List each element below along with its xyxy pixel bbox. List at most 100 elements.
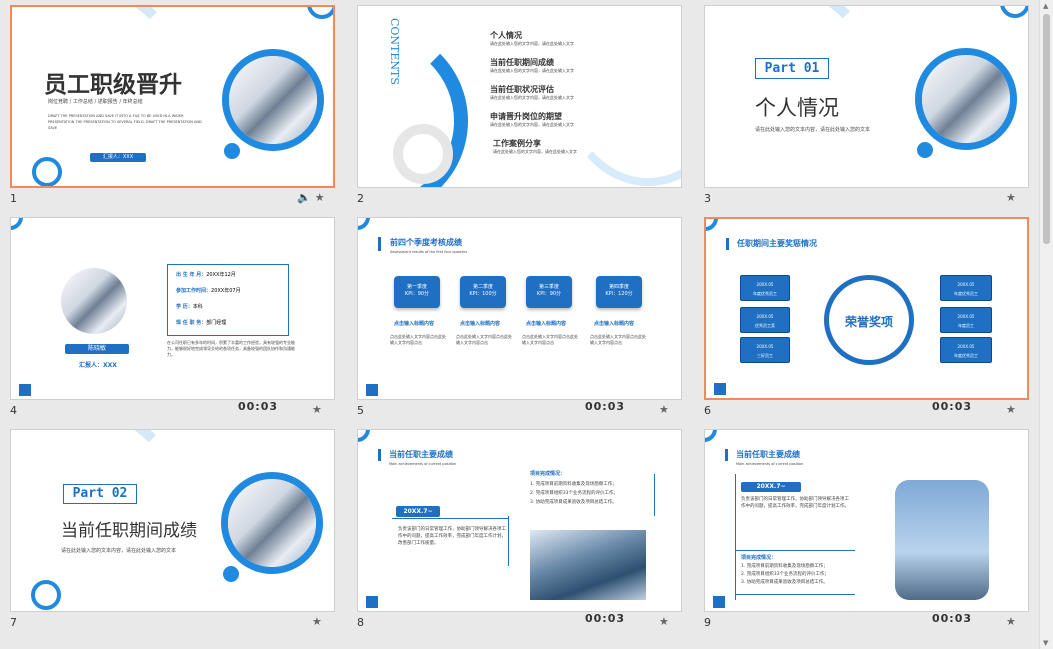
slide-number: 1 [10, 192, 17, 205]
title-bar [726, 238, 729, 250]
bio-text: 在公司任职已有多年的时间，积累了丰富的工作经验，具有较强的专业能力，能够很好地完… [167, 340, 295, 357]
avatar [61, 268, 127, 334]
body-text: 负责该部门的日常管理工作，协助部门领导解决各项工作中的问题，提高工作效率，完成部… [398, 527, 506, 546]
slide-icons: ★ [1002, 615, 1016, 628]
slide-cell-4[interactable]: 陈晓敏 汇报人：XXX 出 生 年 月：20XX年12月 参加工作时间：20XX… [0, 212, 346, 424]
kpi-card: 第二季度 KPI：100分 [460, 276, 506, 308]
info-box: 出 生 年 月：20XX年12月 参加工作时间：20XX年07月 学 历：本科 … [167, 264, 289, 336]
list-title: 项目完成情况： [530, 471, 566, 477]
slide-number: 3 [704, 192, 711, 205]
part-label: Part 01 [755, 58, 829, 79]
decor-ring [1000, 6, 1028, 18]
slide-icons: ★ [655, 403, 669, 416]
slide-cell-6[interactable]: 任职期间主要奖惩情况 荣誉奖项 20XX.05 年度优秀员工 20XX.05 优秀员… [694, 212, 1040, 424]
divider [735, 594, 855, 595]
slide-number: 4 [10, 404, 17, 417]
slide-thumbnail-1[interactable]: 员工职级晋升 岗位竞聘 / 工作总结 / 述职报告 / 年终总结 DRAFT T… [10, 5, 335, 188]
slide-thumbnail-9[interactable]: 当前任职主要成绩 Main achievements of current po… [704, 429, 1029, 612]
divider [508, 516, 509, 566]
star-icon[interactable]: ★ [659, 615, 669, 628]
slide-thumbnail-4[interactable]: 陈晓敏 汇报人：XXX 出 生 年 月：20XX年12月 参加工作时间：20XX… [10, 217, 335, 400]
sky-image [895, 480, 989, 600]
decor-square [366, 596, 378, 608]
name-box: 陈晓敏 [65, 344, 129, 354]
reporter-label: 汇报人：XXX [79, 362, 117, 369]
date-tag: 20XX.7~ [741, 482, 801, 492]
slide-number: 8 [357, 616, 364, 629]
slide-timing: 00:03 [585, 400, 626, 413]
star-icon[interactable]: ★ [312, 615, 322, 628]
slide-cell-8[interactable]: 当前任职主要成绩 Main achievements of current po… [347, 424, 693, 636]
slide-timing: 00:03 [238, 400, 279, 413]
kpi-card: 第四季度 KPI：120分 [596, 276, 642, 308]
decor-dot [223, 566, 239, 582]
slide-thumbnail-8[interactable]: 当前任职主要成绩 Main achievements of current po… [357, 429, 682, 612]
decor-ring [706, 219, 718, 231]
slide-cell-3[interactable]: Part 01 个人情况 请在此处输入您的文本内容，请在此处输入您的文本 3 ★ [694, 0, 1040, 212]
decor-ring [307, 7, 333, 19]
slide-cell-1[interactable]: 员工职级晋升 岗位竞聘 / 工作总结 / 述职报告 / 年终总结 DRAFT T… [0, 0, 346, 212]
star-icon[interactable]: ★ [659, 403, 669, 416]
building-image [530, 530, 646, 600]
slide-thumbnail-6[interactable]: 任职期间主要奖惩情况 荣誉奖项 20XX.05 年度优秀员工 20XX.05 优秀员… [704, 217, 1029, 400]
slide-subtitle: Assessment results of the first four qua… [390, 250, 468, 254]
star-icon[interactable]: ★ [1006, 403, 1016, 416]
decor-ring [705, 430, 717, 442]
slide-icons: ★ [655, 615, 669, 628]
decor-ring [358, 430, 370, 442]
decor-square [714, 383, 726, 395]
slide-number: 7 [10, 616, 17, 629]
slide-cell-5[interactable]: 前四个季度考核成绩 Assessment results of the firs… [347, 212, 693, 424]
decor-ring [358, 218, 370, 230]
slide-subtitle: Main achievements of current position [389, 462, 457, 466]
list: 1. 完成项目前期资料收集及现场勘察工作； 2. 完成项目组织33个业务流程的评价… [741, 564, 829, 585]
contents-list: 个人情况 请在此处输入您的文字内容，请在此处输入文字 当前任职期间成绩 请在此处输入… [490, 31, 577, 154]
divider [735, 550, 855, 551]
slide-cell-9[interactable]: 当前任职主要成绩 Main achievements of current po… [694, 424, 1040, 636]
star-icon[interactable]: ★ [1006, 615, 1016, 628]
scrollbar-thumb[interactable] [1043, 14, 1050, 244]
slide-thumbnail-7[interactable]: Part 02 当前任职期间成绩 请在此处输入您的文本内容，请在此处输入您的文本 [10, 429, 335, 612]
decor-ring [31, 580, 61, 610]
contents-item: 当前任职期间成绩 [490, 58, 554, 67]
star-icon[interactable]: ★ [312, 403, 322, 416]
title-bar [378, 449, 381, 461]
slide-thumbnail-2[interactable]: CONTENTS 个人情况 请在此处输入您的文字内容，请在此处输入文字 当前任职期… [357, 5, 682, 188]
slide-icons: ★ [1002, 403, 1016, 416]
date-tag: 20XX.7~ [396, 506, 440, 517]
slide-subtitle: Main achievements of current position [736, 462, 804, 466]
slide-thumbnail-3[interactable]: Part 01 个人情况 请在此处输入您的文本内容，请在此处输入您的文本 [704, 5, 1029, 188]
photo-circle [222, 49, 324, 151]
star-icon[interactable]: ★ [315, 191, 325, 204]
slide-title: 员工职级晋升 [44, 72, 182, 98]
scroll-down-icon[interactable]: ▼ [1043, 639, 1048, 647]
timeline-line [735, 474, 736, 600]
slide-title: 当前任职主要成绩 [736, 450, 800, 459]
kpi-card: 第一季度 KPI：90分 [394, 276, 440, 308]
slide-icons: ★ [308, 615, 322, 628]
slide-title: 任职期间主要奖惩情况 [737, 239, 817, 248]
list: 1. 完成项目前期资料收集及现场勘察工作； 2. 完成项目组织33个业务流程的评价… [530, 482, 618, 505]
slide-thumbnail-5[interactable]: 前四个季度考核成绩 Assessment results of the firs… [357, 217, 682, 400]
slide-sorter-grid: 员工职级晋升 岗位竞聘 / 工作总结 / 述职报告 / 年终总结 DRAFT T… [0, 0, 1040, 649]
contents-item: 工作案例分享 [493, 139, 541, 148]
speaker-icon[interactable]: 🔈 [297, 191, 311, 204]
slide-cell-2[interactable]: CONTENTS 个人情况 请在此处输入您的文字内容，请在此处输入文字 当前任职期… [347, 0, 693, 212]
decor-ring [11, 218, 23, 230]
star-icon[interactable]: ★ [1006, 191, 1016, 204]
scroll-up-icon[interactable]: ▲ [1043, 2, 1048, 10]
decor-dot [224, 143, 240, 159]
vertical-scrollbar[interactable]: ▲ ▼ [1039, 0, 1053, 649]
title-bar [378, 237, 381, 251]
slide-number: 9 [704, 616, 711, 629]
slide-number: 2 [357, 192, 364, 205]
contents-item: 个人情况 [490, 31, 522, 40]
slide-cell-7[interactable]: Part 02 当前任职期间成绩 请在此处输入您的文本内容，请在此处输入您的文本… [0, 424, 346, 636]
slide-timing: 00:03 [932, 612, 973, 625]
slide-timing: 00:03 [585, 612, 626, 625]
decor-square [366, 384, 378, 396]
slide-number: 6 [704, 404, 711, 417]
decor-ring [393, 124, 453, 184]
slide-desc: 请在此处输入您的文本内容，请在此处输入您的文本 [755, 127, 871, 133]
slide-meta: 岗位竞聘 / 工作总结 / 述职报告 / 年终总结 [48, 99, 143, 105]
